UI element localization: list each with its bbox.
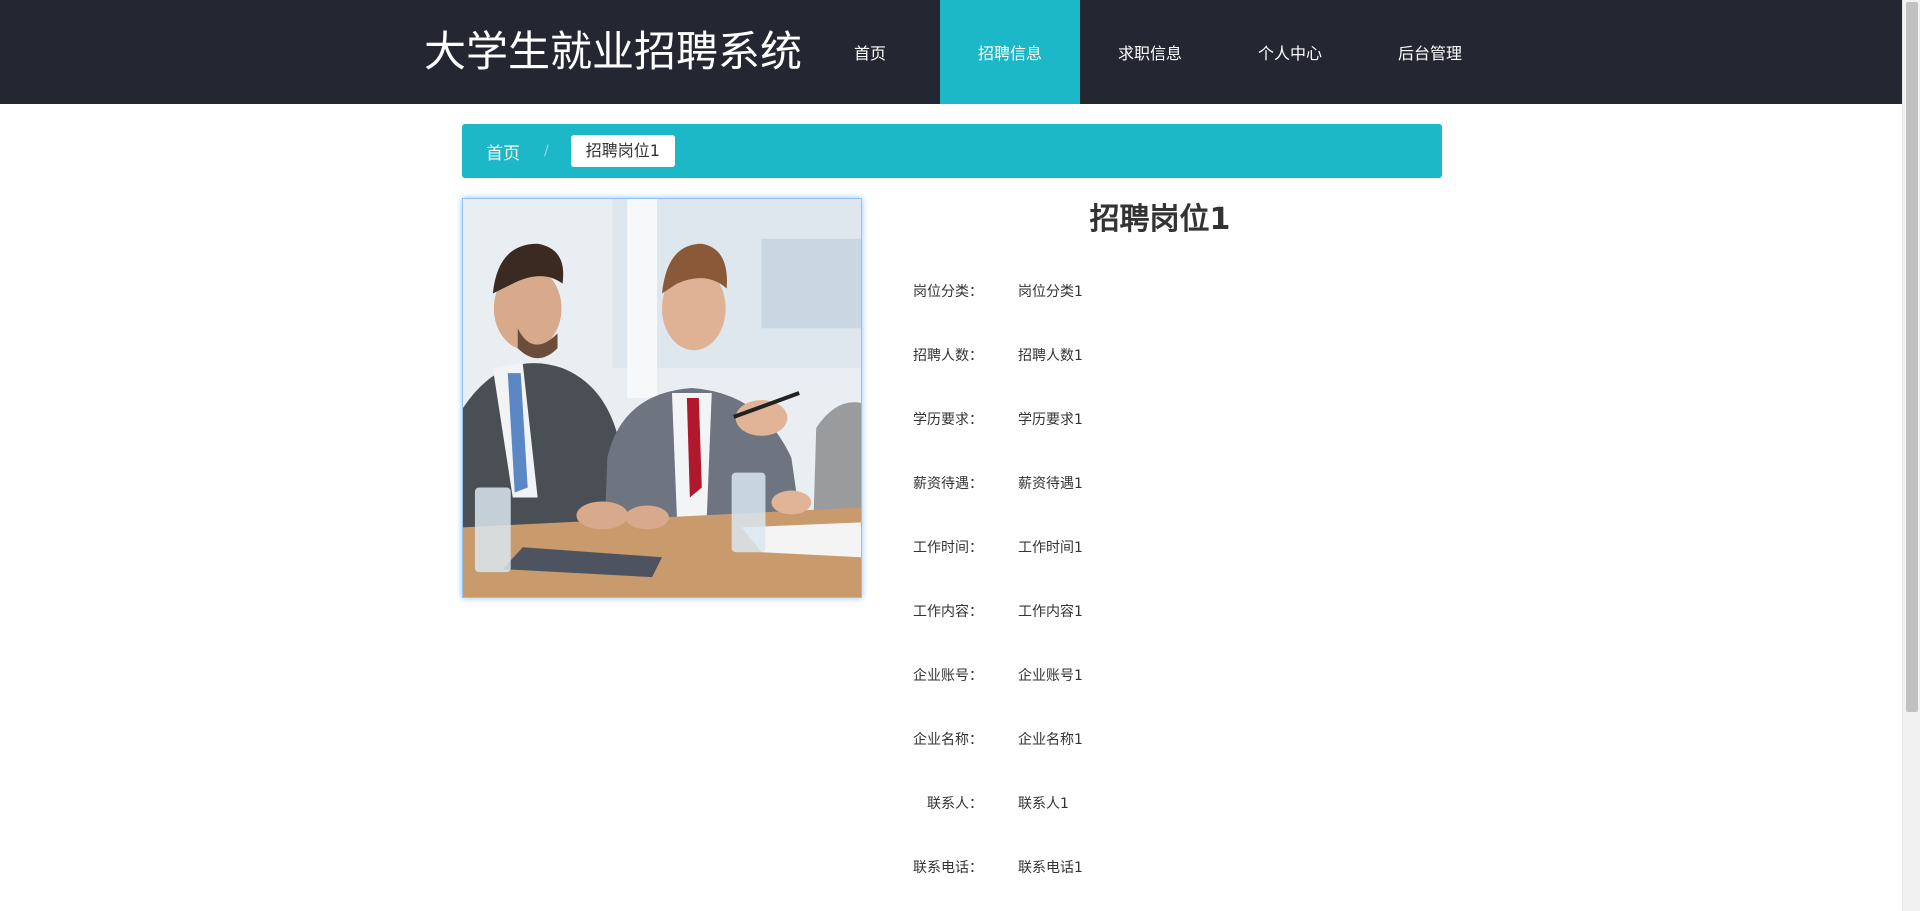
detail-label: 工作时间： <box>913 540 983 556</box>
site-title: 大学生就业招聘系统 <box>424 27 803 76</box>
detail-row: 薪资待遇： 薪资待遇1 <box>900 454 1420 518</box>
detail-label: 招聘人数： <box>913 348 983 364</box>
breadcrumb-home-link[interactable]: 首页 <box>486 139 520 164</box>
detail-label: 学历要求： <box>913 412 983 428</box>
detail-label: 企业账号： <box>913 668 983 684</box>
page: 大学生就业招聘系统 首页 招聘信息 求职信息 个人中心 后台管理 首页 / 招聘… <box>0 0 1920 911</box>
detail-value: 薪资待遇1 <box>1018 476 1083 492</box>
detail-row: 学历要求： 学历要求1 <box>900 390 1420 454</box>
breadcrumb-separator: / <box>544 143 549 159</box>
job-image-illustration <box>463 199 861 597</box>
detail-row: 企业账号： 企业账号1 <box>900 646 1420 710</box>
scrollbar-thumb[interactable] <box>1906 2 1918 712</box>
detail-value: 联系电话1 <box>1018 860 1083 876</box>
nav-job-seeking-info[interactable]: 求职信息 <box>1080 0 1220 104</box>
detail-label: 工作内容： <box>913 604 983 620</box>
top-navbar: 大学生就业招聘系统 首页 招聘信息 求职信息 个人中心 后台管理 <box>0 0 1902 104</box>
detail-label: 联系电话： <box>913 860 983 876</box>
nav-personal-center[interactable]: 个人中心 <box>1220 0 1360 104</box>
job-image <box>462 198 862 598</box>
detail-value: 招聘人数1 <box>1018 348 1083 364</box>
detail-value: 企业账号1 <box>1018 668 1083 684</box>
job-title: 招聘岗位1 <box>1089 202 1231 237</box>
detail-label: 联系人： <box>927 796 983 812</box>
detail-label: 薪资待遇： <box>913 476 983 492</box>
breadcrumb: 首页 / 招聘岗位1 <box>462 124 1442 178</box>
detail-value: 联系人1 <box>1018 796 1069 812</box>
detail-value: 学历要求1 <box>1018 412 1083 428</box>
detail-label: 企业名称： <box>913 732 983 748</box>
detail-value: 岗位分类1 <box>1018 284 1083 300</box>
detail-value: 工作内容1 <box>1018 604 1083 620</box>
detail-row: 岗位分类： 岗位分类1 <box>900 262 1420 326</box>
detail-row: 工作内容： 工作内容1 <box>900 582 1420 646</box>
detail-row: 联系人： 联系人1 <box>900 774 1420 838</box>
vertical-scrollbar[interactable] <box>1902 0 1920 911</box>
nav-recruitment-info[interactable]: 招聘信息 <box>940 0 1080 104</box>
detail-value: 工作时间1 <box>1018 540 1083 556</box>
detail-row: 工作时间： 工作时间1 <box>900 518 1420 582</box>
nav-home[interactable]: 首页 <box>800 0 940 104</box>
detail-row: 招聘人数： 招聘人数1 <box>900 326 1420 390</box>
main-nav: 首页 招聘信息 求职信息 个人中心 后台管理 <box>800 0 1500 104</box>
breadcrumb-current: 招聘岗位1 <box>570 135 675 167</box>
detail-label: 岗位分类： <box>913 284 983 300</box>
detail-row: 联系电话： 联系电话1 <box>900 838 1420 902</box>
nav-admin[interactable]: 后台管理 <box>1360 0 1500 104</box>
detail-value: 企业名称1 <box>1018 732 1083 748</box>
detail-row: 企业名称： 企业名称1 <box>900 710 1420 774</box>
job-details: 岗位分类： 岗位分类1 招聘人数： 招聘人数1 学历要求： 学历要求1 薪资待遇… <box>900 262 1420 902</box>
